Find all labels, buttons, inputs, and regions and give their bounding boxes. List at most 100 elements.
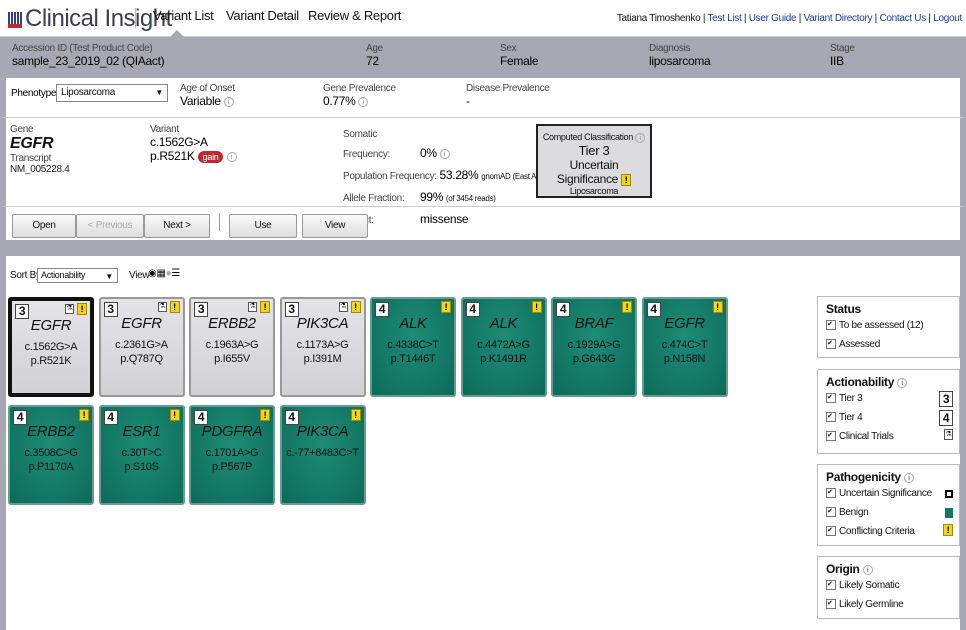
variant-label: Variant xyxy=(150,124,179,135)
link-contact-us[interactable]: Contact Us xyxy=(879,13,926,24)
age-value: 72 xyxy=(366,54,379,68)
link-variant-directory[interactable]: Variant Directory xyxy=(804,13,873,24)
next-button[interactable]: Next > xyxy=(144,214,210,238)
card-gene: EGFR xyxy=(30,317,72,334)
view-bibliography-button[interactable]: View Bibliography xyxy=(302,214,368,253)
card-protein: p.S10S xyxy=(124,461,159,473)
warning-icon: ! xyxy=(79,409,89,421)
card-cdna: c.1173A>G xyxy=(296,339,349,351)
diagnosis-value: liposarcoma xyxy=(649,54,711,68)
variant-card[interactable]: 3 PIK3CA c.1173A>G p.I391M! ⚗ xyxy=(279,297,366,397)
clinical-trial-icon: ⚗ xyxy=(65,304,74,314)
sort-by-select[interactable]: Actionability xyxy=(37,268,118,283)
variant-card[interactable]: 3 ERBB2 c.1963A>G p.I655V! ⚗ xyxy=(189,297,275,397)
variant-p: p.R521K xyxy=(150,149,195,163)
card-cdna: c.1701A>G xyxy=(205,447,259,459)
variant-card[interactable]: 3 EGFR c.2361G>A p.Q787Q! ⚗ xyxy=(98,297,185,397)
filter-benign[interactable]: Benign xyxy=(826,507,953,526)
variant-card[interactable]: 4 ALK c.4338C>T p.T1446T! xyxy=(370,297,456,397)
filter-status: Status To be assessed (12) Assessed xyxy=(817,296,960,358)
tier-4-badge: 4 xyxy=(939,410,953,426)
variant-card[interactable]: 4 PDGFRA c.1701A>G p.P567P! xyxy=(189,405,275,505)
link-user-guide[interactable]: User Guide xyxy=(749,13,797,24)
info-icon[interactable]: i xyxy=(358,97,369,108)
clinical-trial-icon: ⚗ xyxy=(157,302,167,312)
variant-card[interactable]: 4 BRAF c.1929A>G p.G643G! xyxy=(551,297,637,397)
card-cdna: c.-77+8483C>T xyxy=(286,447,359,459)
link-logout[interactable]: Logout xyxy=(933,13,962,24)
stage-label: Stage xyxy=(830,43,855,54)
variant-card[interactable]: 4 ALK c.4472A>G p.K1491R! xyxy=(460,297,547,397)
filter-label: Conflicting Criteria xyxy=(839,526,915,537)
card-cdna: c.30T>C xyxy=(121,447,162,459)
card-gene: ALK xyxy=(399,315,427,332)
card-gene: EGFR xyxy=(121,315,162,332)
filter-to-be-assessed[interactable]: To be assessed (12) xyxy=(826,320,951,339)
population-value: 53.28% xyxy=(439,168,479,182)
tab-variant-list[interactable]: Variant List xyxy=(153,8,214,23)
phenotype-label: Phenotype: xyxy=(11,88,59,99)
accession-value: sample_23_2019_02 (QIAact) xyxy=(12,54,165,68)
filter-label: Tier 4 xyxy=(839,412,863,423)
warning-icon: ! xyxy=(712,301,723,313)
card-cdna: c.3508C>G xyxy=(24,447,78,459)
filter-likely-germline[interactable]: Likely Germline xyxy=(826,599,951,618)
variant-card[interactable]: 4 ERBB2 c.3508C>G p.P1170A! xyxy=(8,405,94,505)
card-cdna: c.1963A>G xyxy=(205,339,259,351)
info-icon[interactable]: i xyxy=(903,472,914,483)
info-icon[interactable]: i xyxy=(226,151,237,162)
tab-review-report[interactable]: Review & Report xyxy=(308,8,401,23)
gene-prevalence-value: 0.77% xyxy=(323,94,356,108)
grid-icon: ▦ xyxy=(156,268,166,279)
info-icon[interactable]: i xyxy=(897,377,908,388)
sex-label: Sex xyxy=(500,43,517,54)
info-icon[interactable]: i xyxy=(223,97,234,108)
card-protein: p.K1491R xyxy=(480,353,527,365)
card-cdna: c.1929A>G xyxy=(567,339,621,351)
view-toggle: ◉▦●☰ xyxy=(148,268,180,279)
filter-tier-3[interactable]: Tier 3 3 xyxy=(826,391,953,412)
open-button[interactable]: Open xyxy=(12,214,76,238)
logo-icon xyxy=(8,11,22,28)
card-protein: p.P1170A xyxy=(28,461,74,473)
variant-card[interactable]: 4 PIK3CA c.-77+8483C>T! xyxy=(279,405,366,505)
diagnosis-label: Diagnosis xyxy=(649,43,691,54)
cc-significance: Uncertain Significance xyxy=(556,157,619,186)
filter-uncertain[interactable]: Uncertain Significance xyxy=(826,488,953,507)
variant-card[interactable]: 4 ESR1 c.30T>C p.S10S! xyxy=(98,405,185,505)
allele-fraction-value: 99% xyxy=(420,190,444,204)
tab-variant-detail[interactable]: Variant Detail xyxy=(226,8,299,23)
warning-icon: ! xyxy=(350,301,361,313)
list-icon: ☰ xyxy=(171,268,181,279)
divider xyxy=(219,213,220,231)
pathogenicity-title: Pathogenicity xyxy=(826,470,901,484)
previous-button[interactable]: < Previous xyxy=(76,214,144,238)
card-protein: p.P567P xyxy=(211,461,253,473)
phenotype-select[interactable]: Liposarcoma xyxy=(56,84,168,102)
tier-3-badge: 3 xyxy=(939,391,953,407)
filter-origin: Origin i Likely Somatic Likely Germline xyxy=(817,556,960,619)
filter-conflicting[interactable]: Conflicting Criteria! xyxy=(826,524,953,545)
filter-clinical-trials[interactable]: Clinical Trials ⚗ xyxy=(826,429,953,450)
card-gene: PDGFRA xyxy=(201,423,263,440)
filter-likely-somatic[interactable]: Likely Somatic xyxy=(826,580,951,599)
use-classification-button[interactable]: Use Classification xyxy=(229,214,297,253)
link-test-list[interactable]: Test List xyxy=(707,13,741,24)
info-icon[interactable]: i xyxy=(862,564,873,575)
variant-card[interactable]: 4 EGFR c.474C>T p.N158N! xyxy=(641,297,728,397)
filter-pathogenicity: Pathogenicity i Uncertain Significance B… xyxy=(817,464,960,546)
card-gene: BRAF xyxy=(574,315,614,332)
warning-icon: ! xyxy=(260,409,270,421)
variant-card[interactable]: 3 EGFR c.1562G>A p.R521K! ⚗ xyxy=(8,297,94,397)
card-cdna: c.1562G>A xyxy=(24,341,78,353)
status-title: Status xyxy=(826,302,861,316)
info-icon[interactable]: i xyxy=(439,149,450,160)
allele-reads: (of 3454 reads) xyxy=(445,194,496,203)
computed-classification: Computed Classification i Tier 3 Uncerta… xyxy=(536,124,652,198)
card-cdna: c.474C>T xyxy=(661,339,708,351)
filter-tier-4[interactable]: Tier 4 4 xyxy=(826,410,953,431)
filter-assessed[interactable]: Assessed xyxy=(826,339,951,358)
info-icon[interactable]: i xyxy=(635,132,646,143)
somatic-label: Somatic Frequency: xyxy=(343,129,391,160)
card-gene: ALK xyxy=(489,315,518,332)
